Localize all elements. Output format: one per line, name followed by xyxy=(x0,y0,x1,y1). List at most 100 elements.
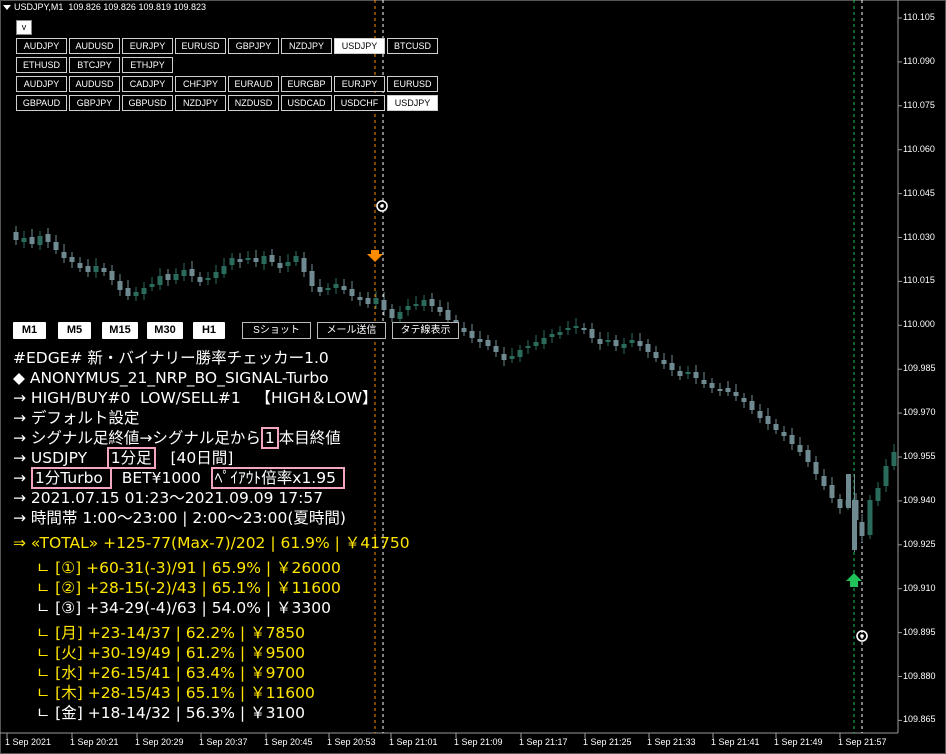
pair-button-audusd[interactable]: AUDUSD xyxy=(69,38,120,54)
candle-body xyxy=(875,488,881,501)
time-axis-label: 1 Sep 21:01 xyxy=(389,737,438,747)
candle-body xyxy=(165,274,171,280)
candle-body xyxy=(205,278,211,280)
candle-body xyxy=(261,256,267,264)
candle-body xyxy=(597,339,603,344)
candle-body xyxy=(101,268,107,272)
pair-button-nzdjpy[interactable]: NZDJPY xyxy=(281,38,332,54)
pair-button-eurjpy[interactable]: EURJPY xyxy=(334,76,385,92)
pair-button-btcjpy[interactable]: BTCJPY xyxy=(69,57,120,73)
pair-button-eurgbp[interactable]: EURGBP xyxy=(281,76,332,92)
pair-button-eurusd[interactable]: EURUSD xyxy=(387,76,438,92)
candle-body xyxy=(213,272,219,278)
timeframe-m1-button[interactable]: M1 xyxy=(13,322,46,339)
screenshot-button[interactable]: Sショット xyxy=(242,322,311,339)
candle-body xyxy=(883,466,889,486)
candle-body xyxy=(93,266,99,272)
candle-body xyxy=(125,288,131,296)
candle-body xyxy=(589,329,595,338)
send-mail-button[interactable]: メール送信 xyxy=(317,322,386,339)
pair-button-eurusd[interactable]: EURUSD xyxy=(175,38,226,54)
pair-button-usdjpy[interactable]: USDJPY xyxy=(387,95,438,111)
pair-button-audjpy[interactable]: AUDJPY xyxy=(16,76,67,92)
pair-button-gbpjpy[interactable]: GBPJPY xyxy=(228,38,279,54)
candle-body xyxy=(797,445,803,452)
candle-body xyxy=(429,299,435,306)
pair-row-2: ETHUSD BTCJPY ETHJPY xyxy=(16,57,173,73)
arrow-up-icon xyxy=(846,573,862,587)
bet-amount: BET¥1000 xyxy=(111,469,211,487)
candle-body xyxy=(13,232,19,240)
price-axis-label: 109.940 xyxy=(903,494,936,505)
time-axis-label: 1 Sep 20:37 xyxy=(199,737,248,747)
turbo-value: 1分Turbo xyxy=(30,467,112,489)
candle-body xyxy=(117,281,123,290)
pair-button-euraud[interactable]: EURAUD xyxy=(228,76,279,92)
pair-button-gbpusd[interactable]: GBPUSD xyxy=(122,95,173,111)
price-axis-label: 109.910 xyxy=(903,582,936,593)
candle-body xyxy=(565,328,571,330)
candle-body xyxy=(846,474,851,508)
candle-body xyxy=(269,255,275,262)
pair-button-ethusd[interactable]: ETHUSD xyxy=(16,57,67,73)
candle-body xyxy=(221,266,227,274)
timeframe-m15-button[interactable]: M15 xyxy=(102,322,138,339)
signal2-result: ㄴ [②] +28-15(-2)/43 | 65.1% | ￥11600 xyxy=(36,579,341,597)
pair-button-chfjpy[interactable]: CHFJPY xyxy=(175,76,226,92)
pair-button-audjpy[interactable]: AUDJPY xyxy=(16,38,67,54)
pair-button-gbpjpy[interactable]: GBPJPY xyxy=(69,95,120,111)
pair-button-nzdjpy[interactable]: NZDJPY xyxy=(175,95,226,111)
bet-prefix: → xyxy=(13,469,31,487)
candle-body xyxy=(349,289,355,296)
pair-button-eurjpy[interactable]: EURJPY xyxy=(122,38,173,54)
info-date-range: → 2021.07.15 01:23～2021.09.09 17:57 xyxy=(13,489,324,507)
pair-button-ethjpy[interactable]: ETHJPY xyxy=(122,57,173,73)
time-axis-label: 1 Sep 21:09 xyxy=(454,737,503,747)
info-symbol-line: → USDJPY 1分足 [40日間] xyxy=(13,447,233,469)
candle-body xyxy=(317,287,323,292)
pair-button-usdchf[interactable]: USDCHF xyxy=(334,95,385,111)
time-axis-label: 1 Sep 21:33 xyxy=(647,737,696,747)
candle-body xyxy=(45,234,51,242)
candle-body xyxy=(149,284,155,287)
pair-button-nzdusd[interactable]: NZDUSD xyxy=(228,95,279,111)
candle-body xyxy=(21,238,27,242)
pair-row-3: AUDJPY AUDUSD CADJPY CHFJPY EURAUD EURGBP EURJ… xyxy=(16,76,438,92)
time-axis-label: 1 Sep 20:29 xyxy=(135,737,184,747)
candle-body xyxy=(509,356,515,359)
candle-body xyxy=(285,262,291,266)
dropdown-triangle-icon[interactable] xyxy=(3,5,11,11)
vertical-line-toggle-button[interactable]: タテ線表示 xyxy=(392,322,459,339)
candle-body xyxy=(693,372,699,378)
candle-body xyxy=(29,237,35,244)
candle-body xyxy=(437,307,443,312)
candle-body xyxy=(253,258,259,262)
timeframe-m30-button[interactable]: M30 xyxy=(147,322,183,339)
price-axis-label: 110.000 xyxy=(903,319,935,330)
timeframe-h1-button[interactable]: H1 xyxy=(193,322,225,339)
collapse-button[interactable]: v xyxy=(16,20,32,35)
pair-button-audusd[interactable]: AUDUSD xyxy=(69,76,120,92)
price-axis-label: 109.985 xyxy=(903,363,936,374)
candle-body xyxy=(557,332,563,335)
candle-body xyxy=(133,292,139,296)
candle-body xyxy=(517,350,523,357)
pair-button-btcusd[interactable]: BTCUSD xyxy=(387,38,438,54)
candle-body xyxy=(173,274,179,280)
candle-body xyxy=(733,392,739,396)
candle-body xyxy=(413,304,419,306)
candle-body xyxy=(365,298,371,304)
timeframe-m5-button[interactable]: M5 xyxy=(58,322,91,339)
pair-button-usdcad[interactable]: USDCAD xyxy=(281,95,332,111)
candle-body xyxy=(309,271,315,286)
pair-button-usdjpy[interactable]: USDJPY xyxy=(334,38,385,54)
tuesday-result: ㄴ [火] +30-19/49 | 61.2% | ￥9500 xyxy=(36,644,306,662)
pair-button-gbpaud[interactable]: GBPAUD xyxy=(16,95,67,111)
price-axis-label: 109.970 xyxy=(903,407,936,418)
time-axis-label: 1 Sep 21:17 xyxy=(519,737,568,747)
candle-body xyxy=(813,462,819,474)
candle-body xyxy=(741,398,747,402)
time-axis-label: 1 Sep 20:45 xyxy=(264,737,313,747)
pair-button-cadjpy[interactable]: CADJPY xyxy=(122,76,173,92)
expiry-bars-value: 1 xyxy=(260,427,279,449)
